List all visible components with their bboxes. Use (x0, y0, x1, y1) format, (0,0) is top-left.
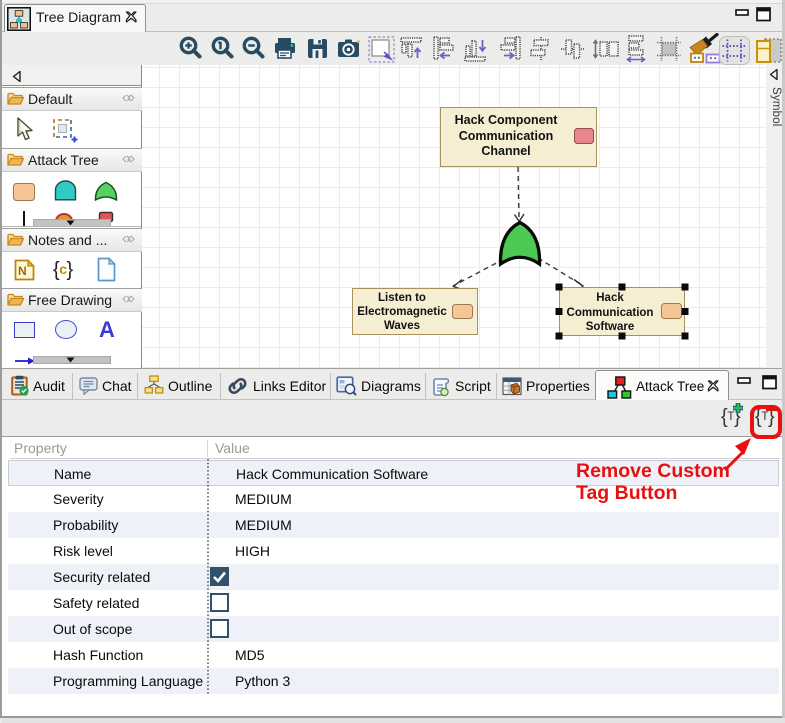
svg-text:N: N (18, 264, 27, 278)
